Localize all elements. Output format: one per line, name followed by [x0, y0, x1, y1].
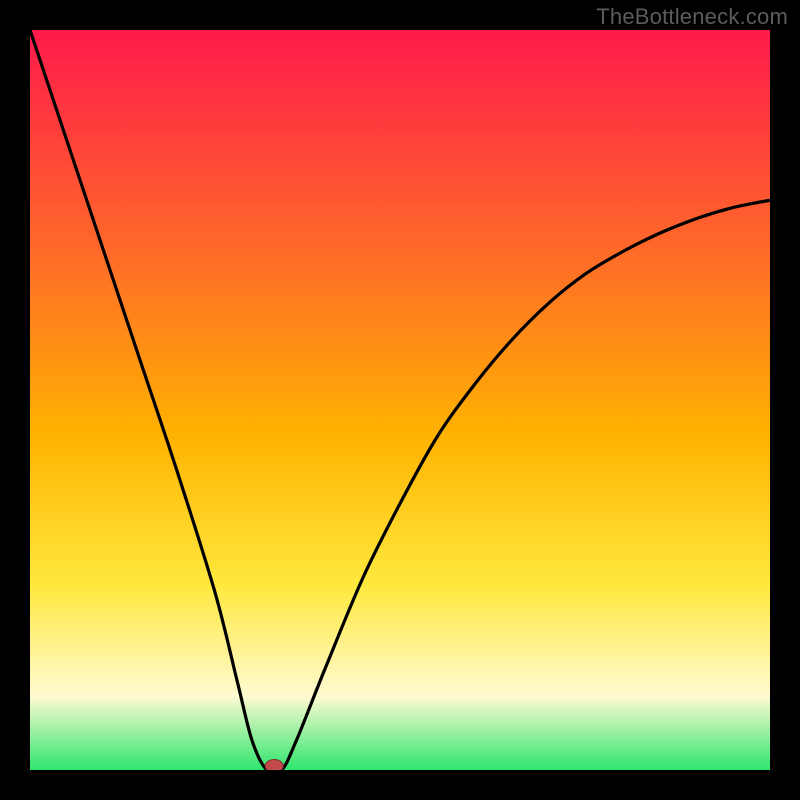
watermark-text: TheBottleneck.com — [596, 4, 788, 30]
valley-marker — [265, 760, 283, 771]
chart-frame: TheBottleneck.com — [0, 0, 800, 800]
gradient-background — [30, 30, 770, 770]
plot-svg — [30, 30, 770, 770]
plot-area — [30, 30, 770, 770]
